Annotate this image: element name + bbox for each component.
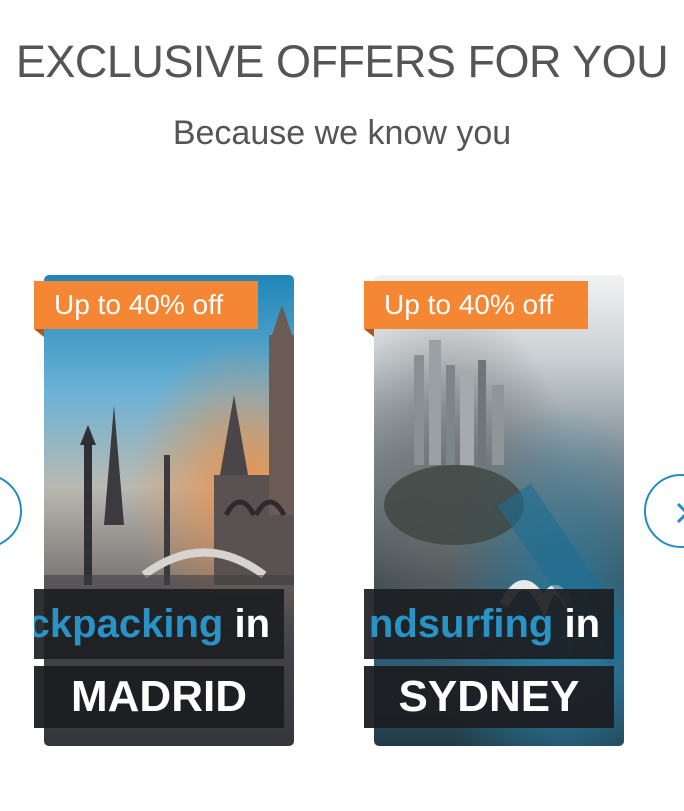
activity-line: ckpacking in [34,589,284,659]
badge-fold [364,329,374,337]
chevron-right-icon [676,502,684,524]
chevron-left-icon [0,476,24,550]
carousel-prev-button[interactable] [0,474,22,548]
discount-badge: Up to 40% off [34,281,258,329]
discount-badge: Up to 40% off [364,281,588,329]
badge-fold [34,329,44,337]
section-title: EXCLUSIVE OFFERS FOR YOU [15,36,669,87]
section-subtitle: Because we know you [172,114,512,152]
carousel-next-button[interactable] [644,474,684,548]
city-label: MADRID [34,666,284,728]
activity-line: ndsurfing in [364,589,614,659]
activity-label: ndsurfing [368,602,554,646]
activity-label: ckpacking [34,602,224,646]
connector-label: in [564,602,600,646]
offers-section: EXCLUSIVE OFFERS FOR YOU Because we know… [0,0,684,811]
city-label: SYDNEY [364,666,614,728]
connector-label: in [234,602,270,646]
